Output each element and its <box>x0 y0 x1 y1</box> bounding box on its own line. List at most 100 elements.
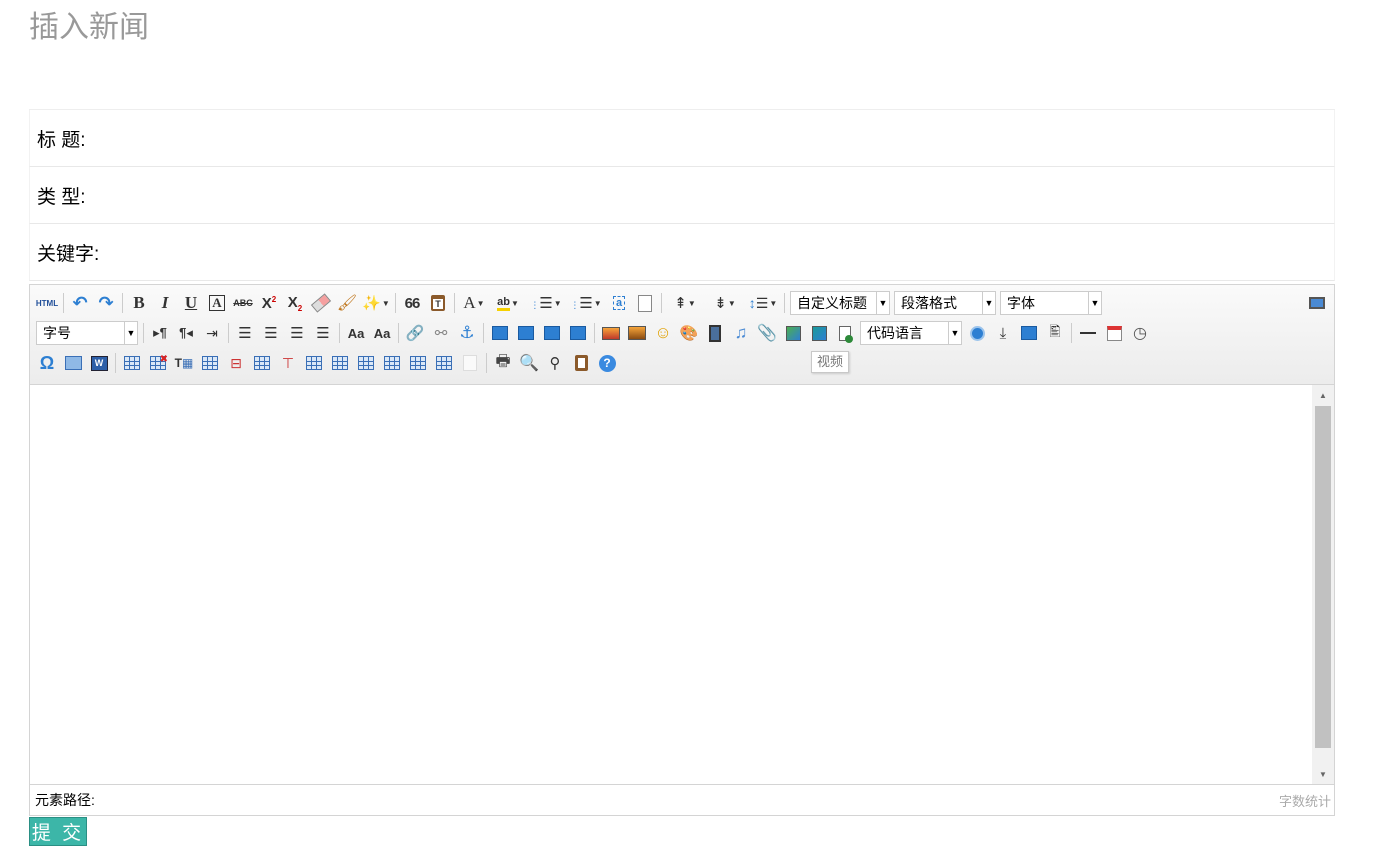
insert-time-button[interactable]: ◷ <box>1127 320 1153 346</box>
insert-row-icon <box>202 356 218 370</box>
merge-cells-button[interactable] <box>301 350 327 376</box>
redo-button[interactable]: ↷ <box>93 290 119 316</box>
clear-doc-button[interactable] <box>632 290 658 316</box>
code-language-select[interactable]: 代码语言 ▼ <box>860 321 962 345</box>
magic-wand-icon: ✨ <box>362 295 381 312</box>
map-button[interactable] <box>806 320 832 346</box>
insert-video-button[interactable] <box>702 320 728 346</box>
italic-button[interactable]: I <box>152 290 178 316</box>
insert-image-button[interactable] <box>624 320 650 346</box>
insert-col-button[interactable] <box>249 350 275 376</box>
paste-plain-button[interactable]: T <box>425 290 451 316</box>
auto-format-button[interactable]: ✨ ▼ <box>360 290 392 316</box>
split-to-rows-button[interactable] <box>405 350 431 376</box>
delete-table-button[interactable]: ✖ <box>145 350 171 376</box>
background-color-button[interactable]: ab ▼ <box>490 290 526 316</box>
superscript-button[interactable]: X2 <box>256 290 282 316</box>
font-color-button[interactable]: A ▼ <box>458 290 490 316</box>
unlink-button[interactable]: ⚯ <box>428 320 454 346</box>
template-button[interactable] <box>1016 320 1042 346</box>
source-html-button[interactable]: HTML <box>34 290 60 316</box>
separator <box>115 353 116 373</box>
subscript-button[interactable]: X2 <box>282 290 308 316</box>
emotion-button[interactable]: ☺ <box>650 320 676 346</box>
insert-date-button[interactable] <box>1101 320 1127 346</box>
split-to-cols-button[interactable] <box>431 350 457 376</box>
image-none-button[interactable] <box>487 320 513 346</box>
table-icon <box>124 356 140 370</box>
undo-button[interactable]: ↶ <box>67 290 93 316</box>
insert-table-button[interactable] <box>119 350 145 376</box>
split-to-cells-button[interactable] <box>379 350 405 376</box>
unordered-list-button[interactable]: ⋮☰ ▼ <box>566 290 606 316</box>
row-spacing-bottom-button[interactable]: ⇟ ▼ <box>705 290 745 316</box>
special-chars-button[interactable]: Ω <box>34 350 60 376</box>
ltr-button[interactable]: ▸¶ <box>147 320 173 346</box>
font-border-button[interactable]: A <box>204 290 230 316</box>
scrawl-button[interactable]: 🎨 <box>676 320 702 346</box>
insert-paragraph-before-table-button[interactable]: T▦ <box>171 350 197 376</box>
scroll-down-icon[interactable]: ▼ <box>1312 764 1334 784</box>
uppercase-button[interactable]: Aa <box>343 320 369 346</box>
title-row[interactable]: 标 题: <box>29 110 1335 167</box>
help-button[interactable]: ? <box>594 350 620 376</box>
align-center-button[interactable]: ☰ <box>258 320 284 346</box>
editor-scrollbar[interactable]: ▲ ▼ <box>1312 385 1334 784</box>
underline-button[interactable]: U <box>178 290 204 316</box>
delete-row-button[interactable]: ⊟ <box>223 350 249 376</box>
paragraph-format-select[interactable]: 段落格式 ▼ <box>894 291 996 315</box>
font-size-select[interactable]: 字号 ▼ <box>36 321 138 345</box>
merge-down-button[interactable] <box>353 350 379 376</box>
custom-heading-select[interactable]: 自定义标题 ▼ <box>790 291 890 315</box>
print-button[interactable]: 🖶 <box>490 350 516 376</box>
keywords-row[interactable]: 关键字: <box>29 224 1335 281</box>
align-right-button[interactable]: ☰ <box>284 320 310 346</box>
drafts-button[interactable] <box>568 350 594 376</box>
line-height-button[interactable]: ↕☰ ▼ <box>745 290 781 316</box>
preview-button[interactable]: 🔍 <box>516 350 542 376</box>
format-painter-button[interactable]: 🖌 <box>334 290 360 316</box>
simple-upload-button[interactable] <box>598 320 624 346</box>
submit-button[interactable]: 提 交 <box>29 817 87 846</box>
delete-col-button[interactable]: ⊤ <box>275 350 301 376</box>
row-spacing-top-button[interactable]: ⇞ ▼ <box>665 290 705 316</box>
fullscreen-button[interactable] <box>1304 290 1330 316</box>
lowercase-button[interactable]: Aa <box>369 320 395 346</box>
insert-code-button[interactable] <box>832 320 858 346</box>
image-left-button[interactable] <box>513 320 539 346</box>
image-center-button[interactable] <box>565 320 591 346</box>
type-row[interactable]: 类 型: <box>29 167 1335 224</box>
anchor-button[interactable]: ⚓ <box>454 320 480 346</box>
background-button[interactable]: 🖺 <box>1042 320 1068 346</box>
snapscreen-button[interactable] <box>60 350 86 376</box>
rtl-button[interactable]: ¶◂ <box>173 320 199 346</box>
insert-row-button[interactable] <box>197 350 223 376</box>
word-image-button[interactable]: W <box>86 350 112 376</box>
page-break-button[interactable]: ⤓ <box>990 320 1016 346</box>
indent-button[interactable]: ⇥ <box>199 320 225 346</box>
remove-format-button[interactable] <box>308 290 334 316</box>
bold-button[interactable]: B <box>126 290 152 316</box>
search-replace-button[interactable]: ⚲ <box>542 350 568 376</box>
scrollbar-thumb[interactable] <box>1315 406 1331 748</box>
font-family-select[interactable]: 字体 ▼ <box>1000 291 1102 315</box>
insert-frame-button[interactable] <box>780 320 806 346</box>
merge-right-button[interactable] <box>327 350 353 376</box>
horizontal-rule-button[interactable] <box>1075 320 1101 346</box>
blockquote-button[interactable]: 66 <box>399 290 425 316</box>
web-app-button[interactable] <box>964 320 990 346</box>
link-button[interactable]: 🔗 <box>402 320 428 346</box>
strikethrough-button[interactable]: ABC <box>230 290 256 316</box>
ordered-list-button[interactable]: ⋮☰ ▼ <box>526 290 566 316</box>
scroll-up-icon[interactable]: ▲ <box>1312 385 1334 405</box>
attachment-button[interactable]: 📎 <box>754 320 780 346</box>
editor-content-area[interactable] <box>30 385 1312 784</box>
charts-button[interactable] <box>457 350 483 376</box>
separator <box>486 353 487 373</box>
music-button[interactable]: ♫ <box>728 320 754 346</box>
image-right-button[interactable] <box>539 320 565 346</box>
align-left-button[interactable]: ☰ <box>232 320 258 346</box>
select-all-button[interactable]: a <box>606 290 632 316</box>
music-icon: ♫ <box>734 323 748 342</box>
align-justify-button[interactable]: ☰ <box>310 320 336 346</box>
